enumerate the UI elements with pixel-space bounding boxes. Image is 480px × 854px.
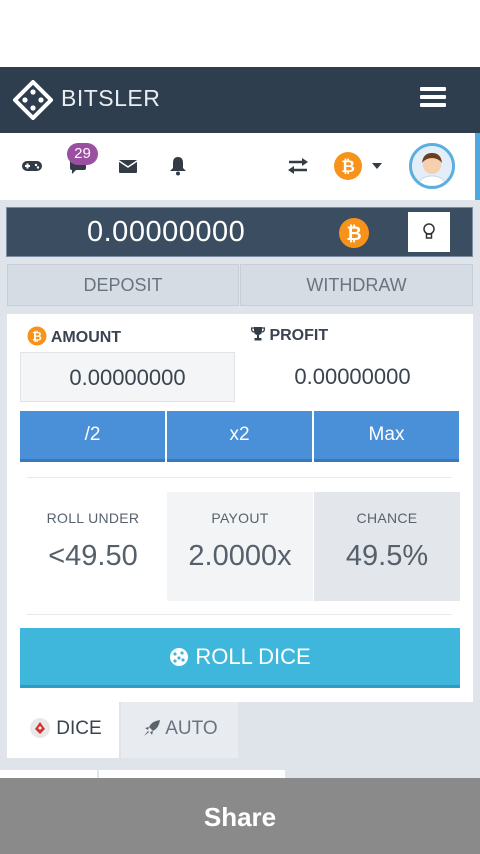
svg-text:₿: ₿ [341,157,355,177]
status-area [0,0,480,67]
divider [27,614,452,615]
chance-label: CHANCE [356,510,418,526]
trophy-icon [250,327,266,341]
chat-count-badge: 29 [67,143,98,165]
avatar[interactable] [409,143,455,189]
bitcoin-icon: ₿ [338,217,370,254]
amount-label-row: ₿ AMOUNT [27,326,121,347]
bitsler-logo-icon [12,79,54,121]
deposit-button[interactable]: DEPOSIT [7,264,239,306]
gamepad-icon[interactable] [21,158,43,179]
scroll-indicator [475,133,480,200]
roll-dice-label: ROLL DICE [195,644,311,669]
svg-text:₿: ₿ [32,330,42,344]
mail-icon[interactable] [118,158,138,179]
roll-dice-button[interactable]: ROLL DICE [20,628,460,688]
share-button[interactable]: Share [0,778,480,854]
roll-under-label: ROLL UNDER [46,510,140,526]
tab-auto[interactable]: AUTO [121,702,238,758]
chance-value: 49.5% [345,540,429,572]
withdraw-button[interactable]: WITHDRAW [240,264,473,306]
svg-text:₿: ₿ [346,223,361,245]
menu-icon[interactable] [420,87,446,111]
tab-dice-label: DICE [56,718,102,739]
top-navbar: BITSLER [0,67,480,133]
bitcoin-icon: ₿ [27,326,47,346]
lightbulb-button[interactable] [408,212,450,252]
profit-label-row: PROFIT [250,326,329,345]
payout-value: 2.0000x [188,540,292,572]
roll-under-value: <49.50 [48,540,138,572]
payout-label: PAYOUT [211,510,269,526]
balance-value: 0.00000000 [87,216,246,248]
lightbulb-icon [423,223,435,239]
content-edge [99,770,285,778]
balance-bar: 0.00000000 ₿ [6,207,473,257]
tab-auto-label: AUTO [165,718,218,739]
exchange-icon[interactable] [287,157,309,180]
rocket-icon [144,720,160,736]
dice-icon [170,648,189,666]
content-edge [0,770,97,778]
amount-label: AMOUNT [50,329,122,346]
bell-icon[interactable] [169,156,187,181]
bet-amount-input[interactable]: 0.00000000 [20,352,235,402]
brand-name: BITSLER [61,85,161,111]
tab-dice[interactable]: DICE [7,702,119,758]
max-bet-button[interactable]: Max [314,411,459,462]
double-bet-button[interactable]: x2 [167,411,312,462]
half-bet-button[interactable]: /2 [20,411,165,462]
roll-under-box[interactable]: ROLL UNDER <49.50 [20,492,166,601]
currency-selector[interactable]: ₿ [333,151,385,186]
chance-box[interactable]: CHANCE 49.5% [314,492,460,601]
dice-game-icon [30,718,50,738]
payout-box[interactable]: PAYOUT 2.0000x [167,492,313,601]
profit-value: 0.00000000 [294,364,411,389]
profit-label: PROFIT [269,327,329,344]
divider [27,477,452,478]
